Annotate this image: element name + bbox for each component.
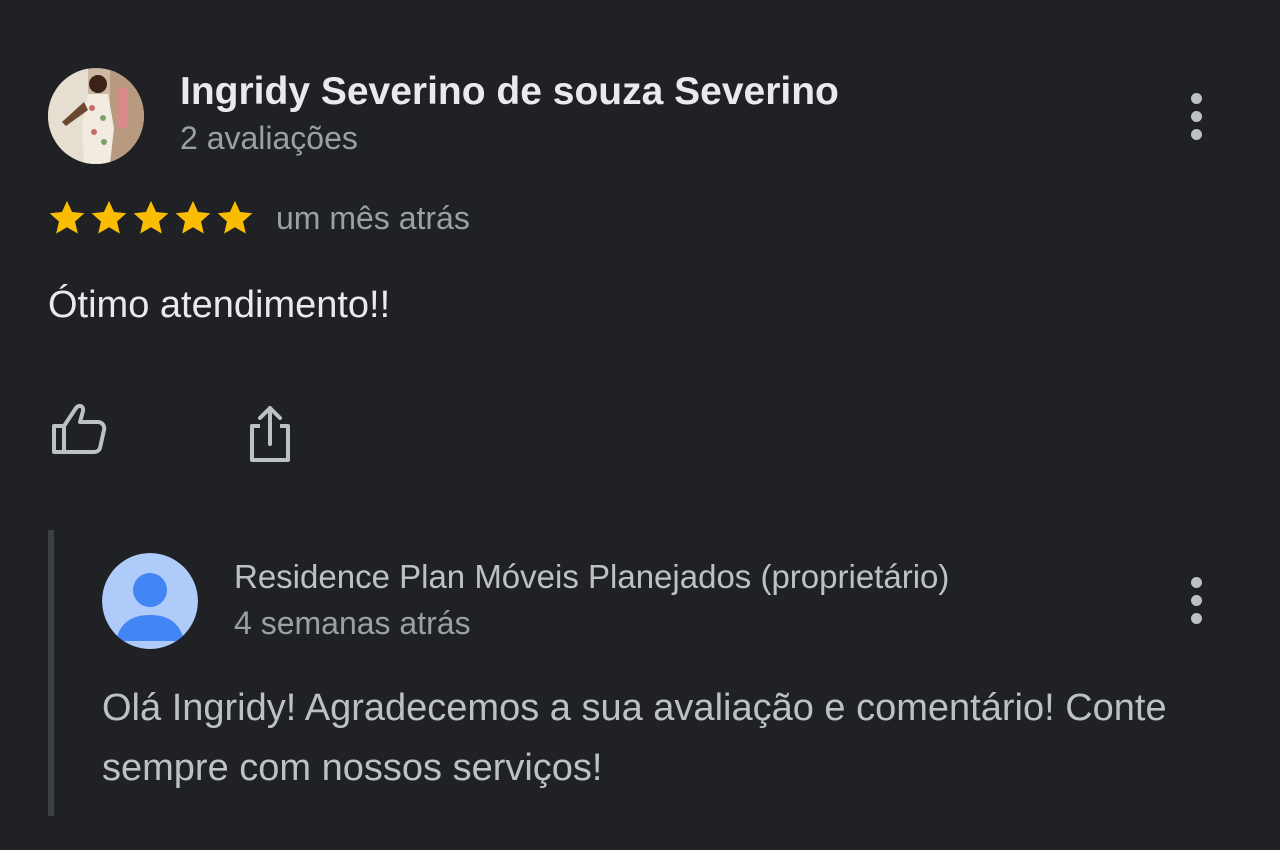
star-icon <box>91 200 127 234</box>
more-vert-icon <box>1190 576 1202 588</box>
review-more-options-button[interactable] <box>1176 84 1216 148</box>
star-icon <box>217 200 253 234</box>
reviewer-name[interactable]: Ingridy Severino de souza Severino <box>180 70 839 114</box>
share-button[interactable] <box>240 400 300 466</box>
default-person-avatar-icon <box>102 553 198 649</box>
share-icon <box>250 406 290 462</box>
thumb-up-icon <box>52 403 107 454</box>
star-icon <box>175 200 211 234</box>
more-vert-icon <box>1190 92 1202 104</box>
owner-name: Residence Plan Móveis Planejados (propri… <box>234 558 950 595</box>
review-time: um mês atrás <box>276 200 470 236</box>
review-count: 2 avaliações <box>180 120 358 156</box>
owner-reply-time: 4 semanas atrás <box>234 605 471 641</box>
owner-reply-text: Olá Ingridy! Agradecemos a sua avaliação… <box>102 687 1167 789</box>
reviewer-photo-icon <box>48 68 144 164</box>
star-icon <box>49 200 85 234</box>
owner-avatar[interactable] <box>102 553 198 649</box>
star-rating <box>46 197 256 241</box>
reply-more-options-button[interactable] <box>1176 568 1216 632</box>
reply-divider-bar <box>48 530 54 816</box>
like-button[interactable] <box>46 398 112 464</box>
review-text: Ótimo atendimento!! <box>48 284 391 326</box>
star-icon <box>133 200 169 234</box>
reviewer-avatar[interactable] <box>48 68 144 164</box>
